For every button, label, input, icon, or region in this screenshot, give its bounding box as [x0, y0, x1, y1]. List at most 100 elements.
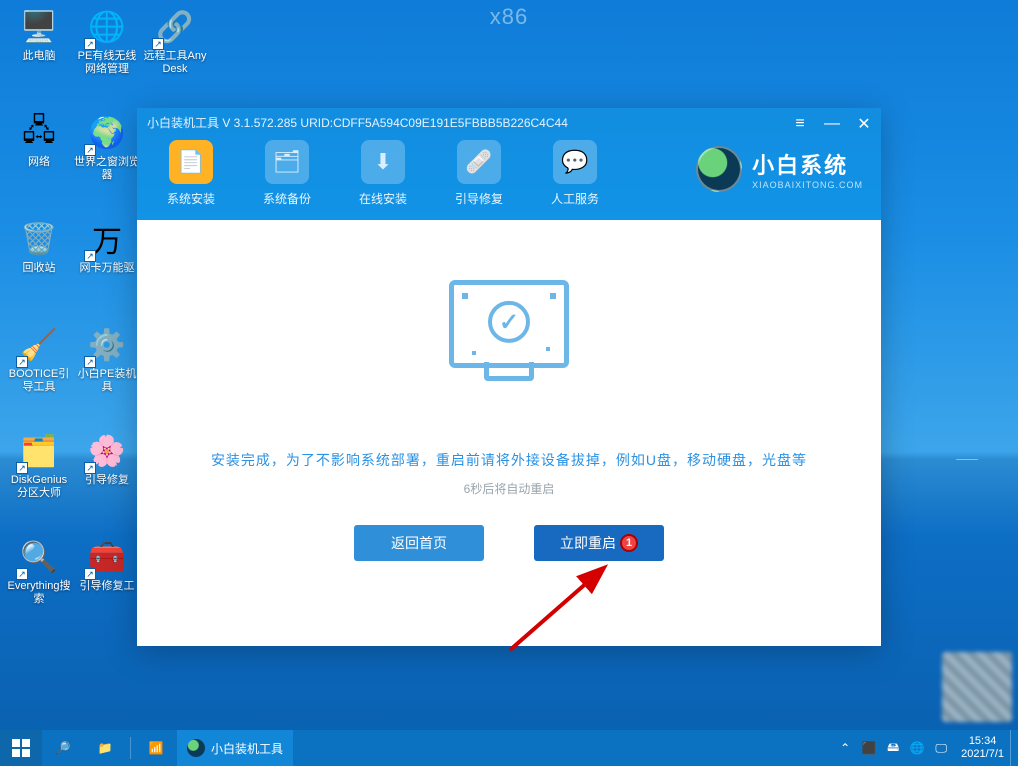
toolbar-label: 系统安装 — [167, 190, 215, 207]
arch-label: x86 — [490, 4, 528, 30]
toolbar-label: 人工服务 — [551, 190, 599, 207]
network-icon: 🖧 — [18, 112, 60, 154]
xiaobai-pe-icon: ⚙️↗ — [86, 324, 128, 366]
pe-net-icon: 🌐↗ — [86, 6, 128, 48]
toolbar-backup[interactable]: 🗂 系统备份 — [257, 140, 317, 207]
monitor-icon: ✓ — [449, 280, 569, 368]
online-icon: ⬇ — [361, 140, 405, 184]
shortcut-overlay-icon: ↗ — [16, 568, 28, 580]
shortcut-overlay-icon: ↗ — [16, 356, 28, 368]
this-pc-icon: 🖥️ — [18, 6, 60, 48]
taskbar-explorer-icon[interactable]: 📁 — [84, 730, 126, 766]
brand-name-cn: 小白系统 — [752, 148, 863, 180]
desktop-icon-label: 引导修复 — [85, 474, 129, 487]
taskbar-separator — [130, 737, 131, 759]
install-icon: 📄 — [169, 140, 213, 184]
desktop-icon-label: Everything搜索 — [6, 580, 72, 606]
desktop-icon-label: 回收站 — [23, 262, 56, 275]
blurred-region — [942, 652, 1012, 722]
desktop-icon-recycle[interactable]: 🗑️ 回收站 — [6, 218, 72, 314]
desktop-icon-anydesk[interactable]: 🔗↗远程工具AnyDesk — [142, 6, 208, 102]
toolbar-bootfix[interactable]: 🩹引导修复 — [449, 140, 509, 207]
shortcut-overlay-icon: ↗ — [84, 568, 96, 580]
menu-icon[interactable]: ≡ — [791, 115, 809, 133]
toolbar-label: 系统备份 — [263, 190, 311, 207]
desktop-icon-label: PE有线无线网络管理 — [74, 50, 140, 76]
close-icon[interactable]: ✕ — [855, 114, 873, 134]
taskbar-clock[interactable]: 15:34 2021/7/1 — [955, 735, 1010, 761]
system-tray: ⌃ ⬛ 🖴 🌐 🖵 — [831, 740, 955, 756]
start-button[interactable] — [0, 730, 42, 766]
toolbar: 📄 系统安装 🗂 系统备份 ⬇ 在线安装 🩹引导修复 💬 人工服务 — [161, 140, 605, 207]
bootice-icon: 🧹↗ — [18, 324, 60, 366]
window-title: 小白装机工具 V 3.1.572.285 URID:CDFF5A594C09E1… — [147, 114, 568, 131]
taskbar-app-title: 小白装机工具 — [211, 740, 283, 757]
desktop-icon-label: 此电脑 — [23, 50, 56, 63]
desktop-icon-label: 世界之窗浏览器 — [74, 156, 140, 182]
desktop-icon-pe-net[interactable]: 🌐↗PE有线无线网络管理 — [74, 6, 140, 102]
everything-icon: 🔍↗ — [18, 536, 60, 578]
wanka-icon: 万↗ — [86, 218, 128, 260]
taskbar-active-app[interactable]: 小白装机工具 — [177, 730, 293, 766]
show-desktop-button[interactable] — [1010, 730, 1018, 766]
window-controls: ≡ — ✕ — [791, 114, 873, 134]
boot-repair-icon: 🌸↗ — [86, 430, 128, 472]
toolbar-service[interactable]: 💬 人工服务 — [545, 140, 605, 207]
tray-usb-icon[interactable]: 🖴 — [885, 740, 901, 756]
restart-button[interactable]: 立即重启 1 — [534, 525, 664, 561]
desktop-icon-this-pc[interactable]: 🖥️ 此电脑 — [6, 6, 72, 102]
taskbar-wifi-icon[interactable]: 📶 — [135, 730, 177, 766]
tray-security-icon[interactable]: ⬛ — [861, 740, 877, 756]
desktop-icon-network[interactable]: 🖧网络 — [6, 112, 72, 208]
boot-repair2-icon: 🧰↗ — [86, 536, 128, 578]
tray-display-icon[interactable]: 🖵 — [933, 740, 949, 756]
desktop-icon-label: BOOTICE引导工具 — [6, 368, 72, 394]
back-button[interactable]: 返回首页 — [354, 525, 484, 561]
success-illustration: ✓ — [429, 280, 589, 410]
desktop-icon-label: 引导修复工 — [80, 580, 135, 593]
diskgenius-icon: 🗂️↗ — [18, 430, 60, 472]
shortcut-overlay-icon: ↗ — [16, 462, 28, 474]
desktop-icon-diskgenius[interactable]: 🗂️↗DiskGenius分区大师 — [6, 430, 72, 526]
desktop: x86 🖥️此电脑🌐↗PE有线无线网络管理🔗↗远程工具AnyDesk🖧网络🌍↗世… — [0, 0, 1018, 766]
taskbar-search-icon[interactable]: 🔎 — [42, 730, 84, 766]
desktop-icon-boot-repair2[interactable]: 🧰↗ 引导修复工 — [74, 536, 140, 632]
toolbar-install[interactable]: 📄 系统安装 — [161, 140, 221, 207]
message-primary: 安装完成，为了不影响系统部署，重启前请将外接设备拔掉，例如U盘，移动硬盘，光盘等 — [137, 450, 881, 470]
restart-button-label: 立即重启 — [560, 533, 616, 553]
service-icon: 💬 — [553, 140, 597, 184]
desktop-icon-everything[interactable]: 🔍↗Everything搜索 — [6, 536, 72, 632]
tray-chevron-icon[interactable]: ⌃ — [837, 740, 853, 756]
shortcut-overlay-icon: ↗ — [84, 356, 96, 368]
desktop-icon-label: 远程工具AnyDesk — [142, 50, 208, 76]
desktop-icon-wanka[interactable]: 万↗网卡万能驱 — [74, 218, 140, 314]
tray-network-icon[interactable]: 🌐 — [909, 740, 925, 756]
bootfix-icon: 🩹 — [457, 140, 501, 184]
shortcut-overlay-icon: ↗ — [84, 462, 96, 474]
shortcut-overlay-icon: ↗ — [84, 250, 96, 262]
desktop-icon-label: 小白PE装机具 — [74, 368, 140, 394]
desktop-icon-label: DiskGenius分区大师 — [6, 474, 72, 500]
taskbar-app-icon — [187, 739, 205, 757]
toolbar-label: 在线安装 — [359, 190, 407, 207]
clock-time: 15:34 — [969, 735, 997, 748]
shortcut-overlay-icon: ↗ — [84, 38, 96, 50]
brand-logo-icon — [696, 146, 742, 192]
shortcut-overlay-icon: ↗ — [84, 144, 96, 156]
desktop-icon-bootice[interactable]: 🧹↗BOOTICE引导工具 — [6, 324, 72, 420]
desktop-icon-boot-repair[interactable]: 🌸↗ 引导修复 — [74, 430, 140, 526]
toolbar-online[interactable]: ⬇ 在线安装 — [353, 140, 413, 207]
minimize-icon[interactable]: — — [823, 115, 841, 133]
desktop-icon-world-browser[interactable]: 🌍↗世界之窗浏览器 — [74, 112, 140, 208]
recycle-icon: 🗑️ — [18, 218, 60, 260]
restart-badge: 1 — [620, 534, 638, 552]
world-browser-icon: 🌍↗ — [86, 112, 128, 154]
app-window: 小白装机工具 V 3.1.572.285 URID:CDFF5A594C09E1… — [137, 108, 881, 646]
check-circle-icon: ✓ — [488, 301, 530, 343]
brand: 小白系统 XIAOBAIXITONG.COM — [696, 146, 863, 192]
desktop-icon-xiaobai-pe[interactable]: ⚙️↗小白PE装机具 — [74, 324, 140, 420]
backup-icon: 🗂 — [265, 140, 309, 184]
button-row: 返回首页 立即重启 1 — [137, 525, 881, 561]
anydesk-icon: 🔗↗ — [154, 6, 196, 48]
taskbar: 🔎 📁 📶 小白装机工具 ⌃ ⬛ 🖴 🌐 🖵 15:34 2021/7/1 — [0, 730, 1018, 766]
